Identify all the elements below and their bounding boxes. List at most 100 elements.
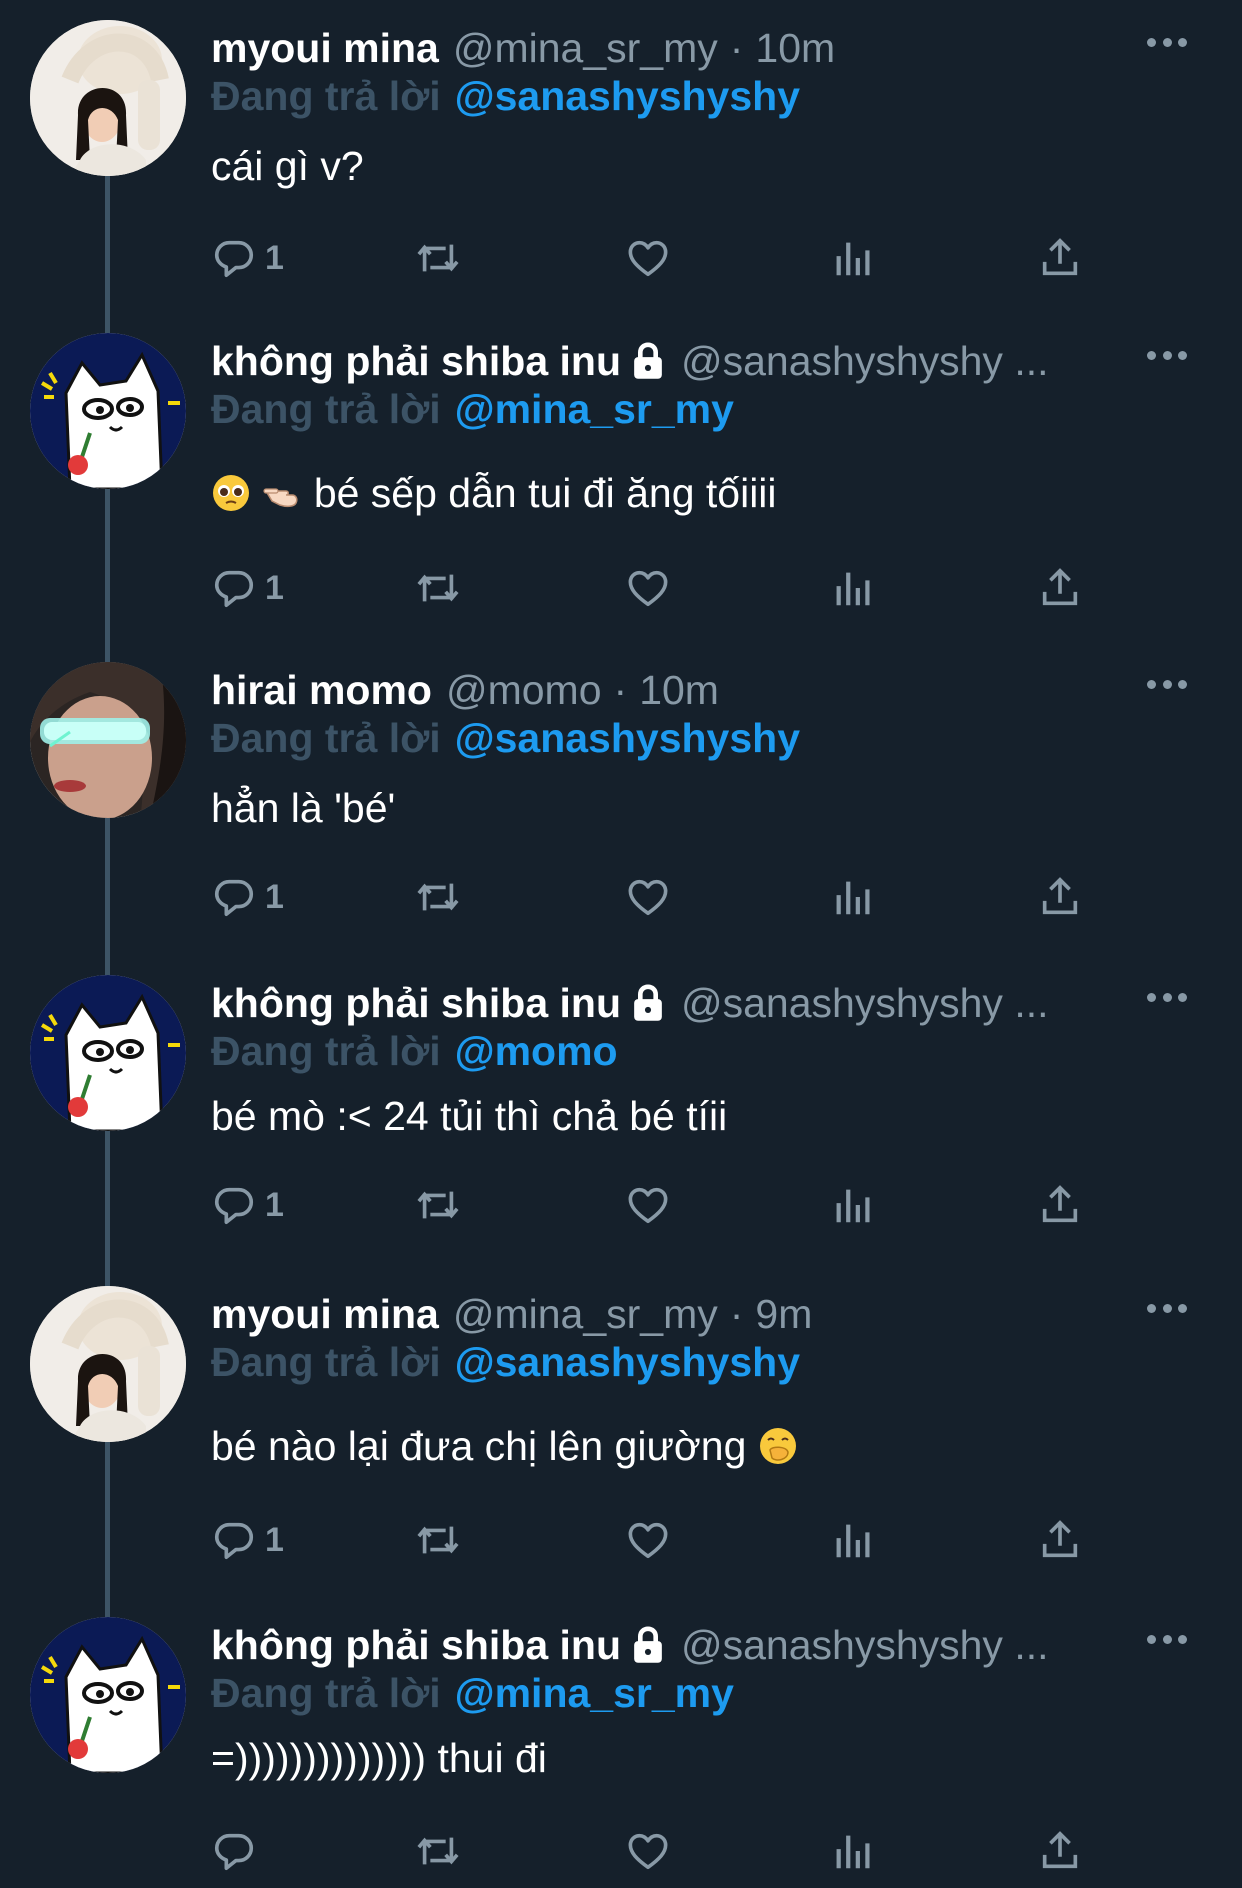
share-icon — [1037, 565, 1083, 611]
user-handle[interactable]: @sanashyshyshy ... — [681, 975, 1049, 1031]
reply-button[interactable]: 1 — [211, 869, 284, 925]
share-button[interactable] — [1037, 230, 1083, 286]
action-bar: 1 — [211, 560, 1091, 616]
replying-to: Đang trả lời @sanashyshyshy — [211, 68, 800, 124]
reply-icon — [211, 1828, 257, 1874]
reply-button[interactable]: 1 — [211, 560, 284, 616]
replying-to: Đang trả lời @mina_sr_my — [211, 1665, 734, 1721]
reply-icon — [211, 1517, 257, 1563]
action-bar: 1 — [211, 1512, 1091, 1568]
reply-icon — [211, 565, 257, 611]
mention-link[interactable]: @sanashyshyshy — [455, 1339, 800, 1385]
like-button[interactable] — [625, 1823, 671, 1879]
share-icon — [1037, 1182, 1083, 1228]
replying-label: Đang trả lời — [211, 386, 441, 432]
analytics-button[interactable] — [831, 560, 877, 616]
retweet-button[interactable] — [415, 1823, 461, 1879]
heart-icon — [625, 235, 671, 281]
reply-count: 1 — [265, 568, 284, 607]
tweet-text: cái gì v? — [211, 143, 364, 189]
retweet-button[interactable] — [415, 230, 461, 286]
heart-icon — [625, 1182, 671, 1228]
share-icon — [1037, 1828, 1083, 1874]
retweet-button[interactable] — [415, 1512, 461, 1568]
tweet-text: =)))))))))))))) thui đi — [211, 1735, 547, 1781]
avatar[interactable] — [30, 975, 186, 1131]
share-button[interactable] — [1037, 1177, 1083, 1233]
user-handle[interactable]: @sanashyshyshy ... — [681, 1617, 1049, 1673]
replying-to: Đang trả lời @sanashyshyshy — [211, 1334, 800, 1390]
analytics-button[interactable] — [831, 1823, 877, 1879]
avatar[interactable] — [30, 1617, 186, 1773]
retweet-button[interactable] — [415, 869, 461, 925]
analytics-icon — [831, 874, 877, 920]
more-options-icon[interactable] — [1147, 993, 1187, 1005]
pointing-left-hand-emoji — [262, 473, 302, 513]
analytics-icon — [831, 1517, 877, 1563]
heart-icon — [625, 1517, 671, 1563]
avatar[interactable] — [30, 1286, 186, 1442]
analytics-icon — [831, 1828, 877, 1874]
avatar[interactable] — [30, 333, 186, 489]
reply-button[interactable]: 1 — [211, 230, 284, 286]
like-button[interactable] — [625, 560, 671, 616]
reply-button[interactable]: 1 — [211, 1177, 284, 1233]
analytics-icon — [831, 565, 877, 611]
mention-link[interactable]: @mina_sr_my — [455, 386, 734, 432]
retweet-icon — [415, 1828, 461, 1874]
reply-count: 1 — [265, 1185, 284, 1224]
analytics-button[interactable] — [831, 1512, 877, 1568]
heart-icon — [625, 1828, 671, 1874]
like-button[interactable] — [625, 230, 671, 286]
share-icon — [1037, 1517, 1083, 1563]
share-button[interactable] — [1037, 1512, 1083, 1568]
reply-button[interactable] — [211, 1823, 265, 1879]
hand-over-mouth-emoji — [758, 1426, 798, 1466]
avatar[interactable] — [30, 662, 186, 818]
action-bar — [211, 1823, 1091, 1879]
retweet-icon — [415, 1182, 461, 1228]
user-handle[interactable]: @sanashyshyshy ... — [681, 333, 1049, 389]
like-button[interactable] — [625, 1512, 671, 1568]
like-button[interactable] — [625, 869, 671, 925]
share-icon — [1037, 874, 1083, 920]
more-options-icon[interactable] — [1147, 38, 1187, 50]
tweet-text: bé sếp dẫn tui đi ăng tốiiii — [313, 470, 777, 516]
more-options-icon[interactable] — [1147, 1635, 1187, 1647]
reply-icon — [211, 874, 257, 920]
mention-link[interactable]: @mina_sr_my — [455, 1670, 734, 1716]
share-button[interactable] — [1037, 1823, 1083, 1879]
pleading-face-emoji — [211, 473, 251, 513]
mention-link[interactable]: @sanashyshyshy — [455, 715, 800, 761]
retweet-button[interactable] — [415, 1177, 461, 1233]
analytics-button[interactable] — [831, 1177, 877, 1233]
like-button[interactable] — [625, 1177, 671, 1233]
reply-count: 1 — [265, 877, 284, 916]
mention-link[interactable]: @momo — [455, 1028, 618, 1074]
analytics-icon — [831, 1182, 877, 1228]
retweet-button[interactable] — [415, 560, 461, 616]
lock-icon — [629, 341, 667, 381]
action-bar: 1 — [211, 1177, 1091, 1233]
reply-icon — [211, 1182, 257, 1228]
analytics-button[interactable] — [831, 869, 877, 925]
share-button[interactable] — [1037, 869, 1083, 925]
more-options-icon[interactable] — [1147, 680, 1187, 692]
avatar[interactable] — [30, 20, 186, 176]
action-bar: 1 — [211, 230, 1091, 286]
replying-label: Đang trả lời — [211, 1339, 441, 1385]
retweet-icon — [415, 565, 461, 611]
more-options-icon[interactable] — [1147, 351, 1187, 363]
mention-link[interactable]: @sanashyshyshy — [455, 73, 800, 119]
reply-button[interactable]: 1 — [211, 1512, 284, 1568]
more-options-icon[interactable] — [1147, 1304, 1187, 1316]
tweet-text: bé mò :< 24 tủi thì chả bé tíii — [211, 1093, 728, 1139]
share-icon — [1037, 235, 1083, 281]
tweet-text-row: bé sếp dẫn tui đi ăng tốiiii — [211, 465, 777, 521]
share-button[interactable] — [1037, 560, 1083, 616]
reply-icon — [211, 235, 257, 281]
replying-to: Đang trả lời @mina_sr_my — [211, 381, 734, 437]
reply-count: 1 — [265, 1520, 284, 1559]
replying-label: Đang trả lời — [211, 73, 441, 119]
analytics-button[interactable] — [831, 230, 877, 286]
